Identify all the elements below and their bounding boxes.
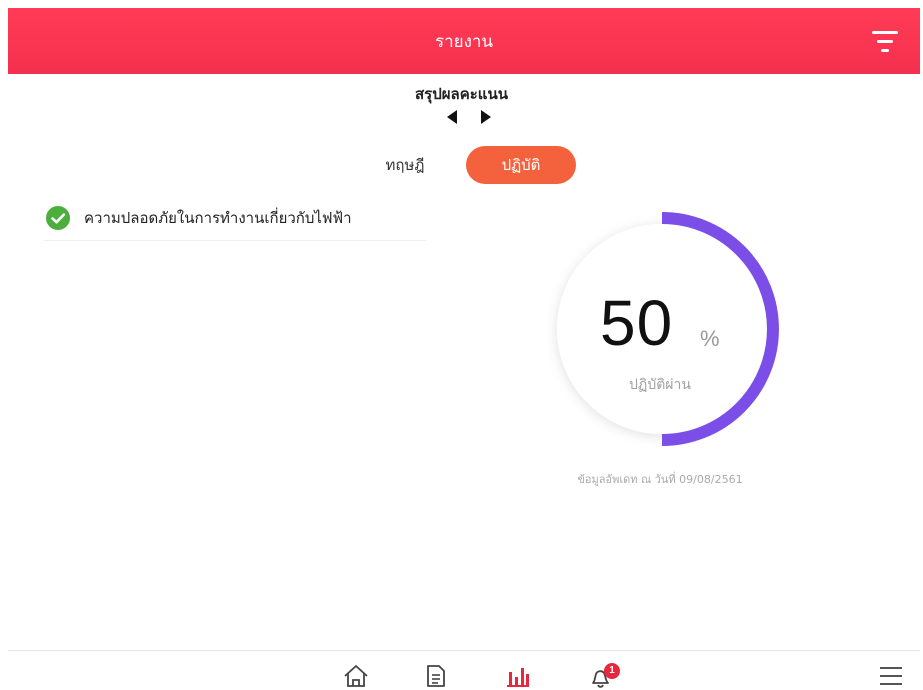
filter-icon[interactable] [872,31,898,53]
score-caption: ปฏิบัติผ่าน [629,377,691,393]
summary-title: สรุปผลคะแนน [415,85,508,103]
hamburger-menu-icon[interactable] [878,665,904,687]
page-title: รายงาน [434,31,494,52]
home-icon[interactable] [343,664,369,688]
bottom-nav-divider [8,650,920,651]
chart-icon[interactable] [505,664,531,688]
score-unit: % [700,326,720,351]
document-icon[interactable] [426,664,446,688]
score-value: 50 [600,287,674,359]
top-app-bar: รายงาน [8,8,920,74]
caret-right-icon[interactable] [481,110,491,124]
tab-practice[interactable]: ปฏิบัติ [466,146,576,184]
list-item[interactable]: ความปลอดภัยในการทำงานเกี่ยวกับไฟฟ้า [44,196,426,241]
list-item-label: ความปลอดภัยในการทำงานเกี่ยวกับไฟฟ้า [84,209,352,227]
notification-badge: 1 [604,663,620,679]
caret-left-icon[interactable] [447,110,457,124]
check-circle-icon [46,206,70,230]
update-timestamp: ข้อมูลอัพเดท ณ วันที่ 09/08/2561 [577,473,743,486]
tab-theory[interactable]: ทฤษฎี [370,148,440,182]
